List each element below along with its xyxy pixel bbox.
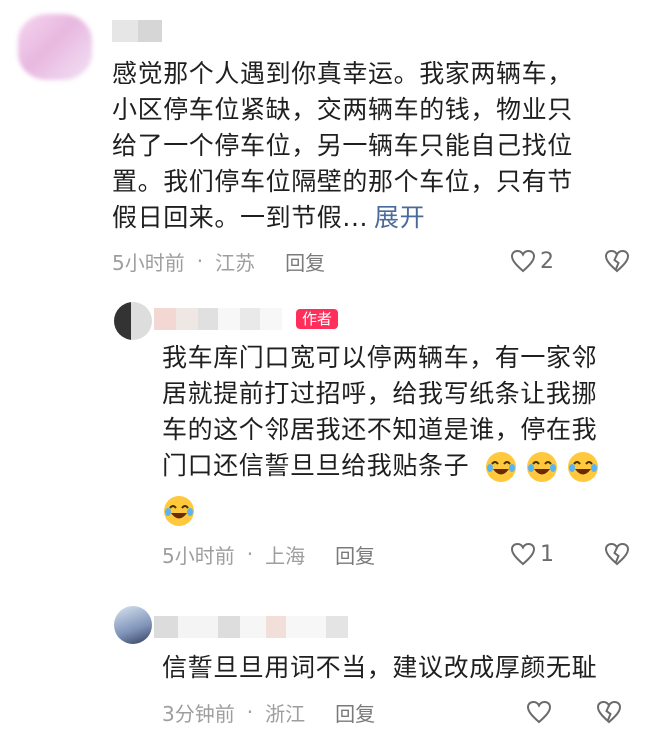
- emoji-row-2: [162, 494, 198, 528]
- broken-heart-icon: [596, 700, 622, 724]
- laughing-crying-emoji-icon: [164, 496, 194, 526]
- heart-icon: [510, 249, 536, 273]
- timestamp: 3分钟前: [162, 701, 235, 726]
- comment-meta: 3分钟前 · 浙江 回复: [162, 698, 375, 726]
- avatar[interactable]: [18, 14, 92, 80]
- emoji-row: [484, 450, 602, 484]
- reply-button[interactable]: 回复: [335, 698, 375, 727]
- dislike-button[interactable]: [604, 542, 630, 566]
- broken-heart-icon: [604, 249, 630, 273]
- comment-2: 作者 我车库门口宽可以停两辆车，有一家邻 居就提前打过招呼，给我写纸条让我挪 车…: [0, 290, 660, 590]
- laughing-crying-emoji-icon: [568, 452, 599, 482]
- like-button[interactable]: 1: [510, 542, 554, 567]
- like-button[interactable]: 2: [510, 249, 554, 274]
- laughing-crying-emoji-icon: [527, 452, 558, 482]
- dislike-button[interactable]: [604, 249, 630, 273]
- like-button[interactable]: [526, 700, 552, 724]
- location: 浙江: [265, 701, 306, 726]
- comment-meta: 5小时前 · 上海 回复: [162, 540, 375, 568]
- timestamp: 5小时前: [162, 543, 235, 568]
- author-badge: 作者: [296, 309, 339, 329]
- comment-meta: 5小时前 · 江苏 回复: [112, 247, 325, 275]
- expand-link[interactable]: 展开: [374, 203, 425, 232]
- comment-3: 信誓旦旦用词不当，建议改成厚颜无耻 3分钟前 · 浙江 回复: [0, 590, 660, 743]
- like-count: 2: [540, 248, 554, 274]
- heart-icon: [510, 542, 536, 566]
- broken-heart-icon: [604, 542, 630, 566]
- comment-text: 感觉那个人遇到你真幸运。我家两辆车， 小区停车位紧缺，交两辆车的钱，物业只 给了…: [112, 59, 573, 232]
- reply-button[interactable]: 回复: [335, 540, 375, 569]
- location: 江苏: [215, 250, 256, 275]
- username-redacted[interactable]: 作者: [154, 308, 339, 330]
- username-redacted[interactable]: [154, 616, 348, 638]
- reply-button[interactable]: 回复: [285, 247, 325, 276]
- dislike-button[interactable]: [596, 700, 622, 724]
- comment-text: 信誓旦旦用词不当，建议改成厚颜无耻: [162, 653, 598, 682]
- heart-icon: [526, 700, 552, 724]
- location: 上海: [265, 543, 306, 568]
- username-redacted[interactable]: [112, 20, 162, 42]
- laughing-crying-emoji-icon: [486, 452, 516, 482]
- comment-1: 感觉那个人遇到你真幸运。我家两辆车， 小区停车位紧缺，交两辆车的钱，物业只 给了…: [0, 0, 660, 290]
- avatar[interactable]: [114, 302, 152, 340]
- like-count: 1: [540, 541, 554, 567]
- avatar[interactable]: [114, 606, 152, 644]
- timestamp: 5小时前: [112, 250, 185, 275]
